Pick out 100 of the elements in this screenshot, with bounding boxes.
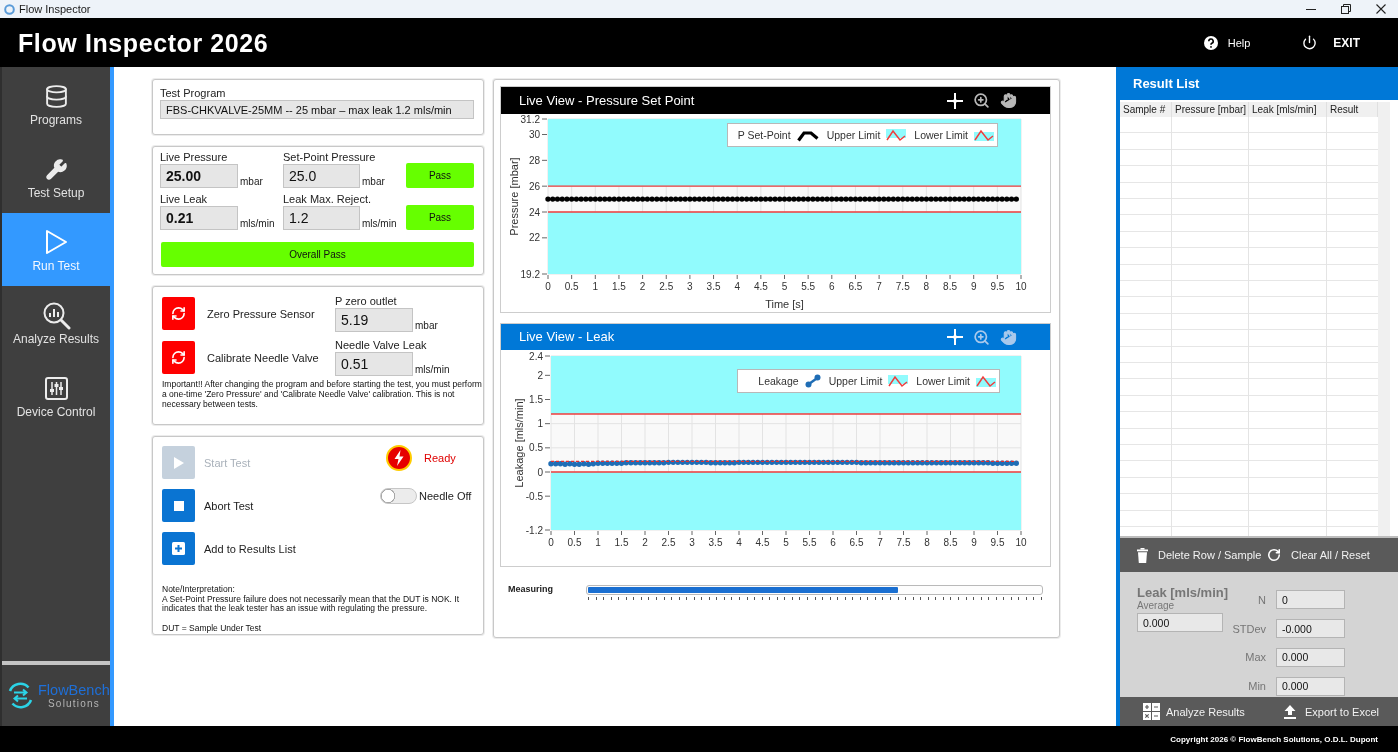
trash-icon [1137,547,1148,563]
calculator-icon [1143,703,1160,720]
power-icon [1302,35,1318,50]
unit-label: mbar [415,320,438,332]
field-label: Needle Valve Leak [335,339,427,352]
export-excel-button[interactable]: Export to Excel [1284,704,1379,719]
x-tick-label: 7.5 [895,281,910,292]
unit-label: mbar [240,176,263,188]
live-value-field: 0.21 [160,206,238,230]
hand-icon[interactable] [1000,92,1017,109]
app-icon [4,3,15,15]
stat-field: 0.000 [1276,676,1345,696]
field-label: Test Program [160,87,226,100]
stat-label: Min [1248,680,1266,693]
delete-row-button[interactable]: Delete Row / Sample [1137,547,1262,563]
y-tick-label: 30 [528,129,540,140]
minimize-icon[interactable] [1305,8,1316,10]
sidebar-item[interactable]: Test Setup [2,140,110,213]
plus-icon [172,542,185,555]
x-tick-label: 3.5 [708,537,723,548]
note-footnote: DUT = Sample Under Test [162,623,262,633]
sidebar-item[interactable]: Analyze Results [2,286,110,359]
x-tick-label: 5 [783,537,789,548]
play-icon [173,456,184,469]
x-tick-label: 4.5 [753,281,768,292]
y-axis-title: Leakage [mls/min] [512,398,525,488]
x-tick-label: 1 [595,537,601,548]
calibrate-button[interactable] [162,297,195,330]
clear-all-button[interactable]: Clear All / Reset [1267,548,1370,562]
app-title: Flow Inspector 2026 [18,27,269,58]
y-tick-label: 1.5 [529,394,543,405]
refresh-icon [171,306,186,321]
needle-toggle[interactable] [380,488,417,504]
close-icon[interactable] [1375,4,1386,14]
x-tick-label: 6 [830,537,836,548]
column-header[interactable]: Pressure [mbar] [1172,102,1249,117]
x-tick-label: 6.5 [848,281,863,292]
x-tick-label: 9.5 [990,537,1005,548]
y-axis-title: Pressure [mbar] [507,157,520,236]
refresh-icon [171,350,186,365]
lightning-status-icon [386,445,412,471]
chart-title: Live View - Leak [519,329,616,345]
y-tick-label: 31.2 [520,114,540,125]
progress-label: Measuring [508,584,553,596]
x-tick-label: 2 [639,281,646,292]
stat-field: 0 [1276,590,1345,610]
y-tick-label: 0.5 [529,442,543,454]
calibration-value-field: 5.19 [335,308,413,332]
exit-button[interactable]: EXIT [1302,34,1360,51]
unit-label: mls/min [240,218,275,230]
x-tick-label: 2.5 [661,537,676,548]
note-text: A Set-Point Pressure failure does not necessarily mean that the DUT is NOK. It indicates that the leak tester has an issue with regulating the pressure. [162,594,460,614]
stats-subtitle: Average [1137,600,1175,611]
y-tick-label: -0.5 [525,490,543,502]
toggle-label: Needle Off [419,490,472,502]
x-tick-label: 9 [971,537,977,548]
stop-button[interactable] [162,489,195,522]
x-tick-label: 7 [877,537,883,548]
y-tick-label: 26 [528,180,540,192]
field-label: Live Pressure [160,151,228,164]
x-tick-label: 9.5 [990,281,1005,292]
restore-icon[interactable] [1340,4,1351,14]
x-tick-label: 1.5 [612,281,626,292]
x-axis-title: Time [s] [765,298,804,310]
x-tick-label: 10 [1015,537,1027,548]
add-button[interactable] [162,532,195,565]
x-tick-label: 5.5 [801,281,816,292]
action-label: Abort Test [204,499,254,512]
y-tick-label: 24 [528,206,540,218]
x-tick-label: 0.5 [567,537,582,548]
unit-label: mls/min [415,364,450,376]
panel-title: Result List [1133,75,1200,92]
field-label: Leak Max. Reject. [283,193,372,206]
y-tick-label: 19.2 [520,268,540,280]
x-tick-label: 6.5 [849,537,864,548]
x-tick-label: 3 [689,537,695,548]
x-tick-label: 1.5 [614,537,629,548]
x-tick-label: 8.5 [943,281,957,292]
crosshair-icon[interactable] [947,92,963,109]
stat-label: STDev [1232,622,1266,635]
logo-icon [7,682,34,709]
logo-name: FlowBench [38,682,110,698]
column-header[interactable]: Leak [mls/min] [1249,102,1327,117]
sidebar-item[interactable]: Programs [2,67,110,140]
x-tick-label: 5 [781,281,788,292]
analyze-results-button[interactable]: Analyze Results [1143,703,1245,720]
help-button[interactable]: Help [1203,34,1251,51]
calibration-note: Important!! After changing the program and before starting the test, you must perform a one-time 'Zero Pressure' and 'Calibrate Needle Valve' calibration. This is not necessary between tests. [162,379,482,409]
x-tick-label: 3 [687,281,693,292]
sliders-icon [44,376,68,400]
logo-tagline: Solutions [48,697,100,709]
sidebar-item[interactable]: Device Control [2,359,110,432]
calibrate-button[interactable] [162,341,195,374]
pass-indicator: Pass [406,205,474,230]
column-header[interactable]: Sample # [1120,102,1172,117]
zoom-in-icon[interactable] [973,92,990,109]
live-value-field: 25.00 [160,164,238,188]
legend-label: Lower Limit [914,129,968,141]
test-program-field: FBS-CHKVALVE-25MM -- 25 mbar – max leak 1.2 mls/min [160,100,474,119]
chart-title: Live View - Pressure Set Point [519,92,696,109]
